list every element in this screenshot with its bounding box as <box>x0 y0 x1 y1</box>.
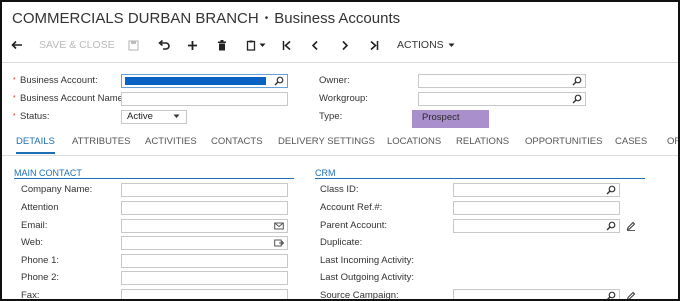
caret-down-icon <box>259 43 266 47</box>
last-record-icon <box>370 40 379 50</box>
trash-icon <box>218 39 226 50</box>
save-icon <box>127 39 139 51</box>
actions-caret-down-icon <box>448 43 455 47</box>
fax-field[interactable] <box>121 289 288 299</box>
class-id-label: Class ID: <box>320 184 359 195</box>
back-arrow-icon <box>11 40 22 50</box>
undo-icon <box>158 40 170 50</box>
type-label: Type: <box>319 111 343 122</box>
business-account-label: * Business Account: <box>13 75 98 86</box>
envelope-icon[interactable] <box>274 221 284 231</box>
actions-menu[interactable]: ACTIONS <box>397 34 455 56</box>
last-record-button[interactable] <box>364 34 384 56</box>
tab-attributes[interactable]: ATTRIBUTES <box>72 132 130 154</box>
toolbar-divider <box>2 62 678 63</box>
tab-contacts[interactable]: CONTACTS <box>211 132 263 154</box>
workgroup-field[interactable] <box>418 92 586 106</box>
save-close-button[interactable]: SAVE & CLOSE <box>39 34 115 56</box>
source-campaign-field[interactable] <box>453 289 620 299</box>
prev-record-button[interactable] <box>305 34 325 56</box>
class-id-field[interactable] <box>453 183 620 197</box>
tab-relations[interactable]: RELATIONS <box>456 132 509 154</box>
tab-locations[interactable]: LOCATIONS <box>387 132 441 154</box>
tab-activities[interactable]: ACTIVITIES <box>145 132 197 154</box>
last-incoming-activity-label: Last Incoming Activity: <box>320 255 414 266</box>
add-button[interactable] <box>182 34 202 56</box>
page-title: COMMERCIALS DURBAN BRANCH • Business Acc… <box>12 8 400 28</box>
last-outgoing-activity-label: Last Outgoing Activity: <box>320 272 414 283</box>
business-account-field[interactable] <box>121 74 288 88</box>
company-name-field[interactable] <box>121 183 288 197</box>
plus-icon <box>187 40 197 50</box>
web-field[interactable] <box>121 236 288 250</box>
source-campaign-edit-icon[interactable] <box>626 291 636 299</box>
fax-label: Fax: <box>21 290 40 301</box>
toolbar: SAVE & CLOSE ACTIONS <box>2 34 678 56</box>
phone2-field[interactable] <box>121 271 288 285</box>
duplicate-label: Duplicate: <box>320 237 363 248</box>
next-record-button[interactable] <box>335 34 355 56</box>
first-record-icon <box>282 40 291 50</box>
phone1-field[interactable] <box>121 254 288 268</box>
first-record-button[interactable] <box>277 34 297 56</box>
workgroup-label: Workgroup: <box>319 93 368 104</box>
tab-cases[interactable]: CASES <box>615 132 647 154</box>
owner-search-icon[interactable] <box>572 76 582 86</box>
crm-title: CRM <box>315 168 336 178</box>
dropdown-caret-icon <box>173 114 183 124</box>
tab-delivery-settings[interactable]: DELIVERY SETTINGS <box>278 132 375 154</box>
class-id-search-icon[interactable] <box>606 185 616 195</box>
account-ref-field[interactable] <box>453 201 620 215</box>
business-account-name-label: * Business Account Name: <box>13 93 126 104</box>
delete-button[interactable] <box>212 34 232 56</box>
tab-bar: DETAILS ATTRIBUTES ACTIVITIES CONTACTS D… <box>2 132 678 154</box>
open-link-icon[interactable] <box>274 238 284 248</box>
attention-field[interactable] <box>121 201 288 215</box>
owner-label: Owner: <box>319 75 350 86</box>
main-contact-rule <box>14 178 294 179</box>
parent-account-field[interactable] <box>453 219 620 233</box>
copy-paste-button[interactable] <box>242 34 270 56</box>
tab-overflow[interactable]: OR <box>667 132 678 154</box>
source-campaign-search-icon[interactable] <box>606 291 616 299</box>
back-button[interactable] <box>8 34 26 56</box>
prev-record-icon <box>311 40 318 50</box>
actions-label: ACTIONS <box>397 39 444 51</box>
save-button[interactable] <box>123 34 143 56</box>
undo-button[interactable] <box>154 34 174 56</box>
web-label: Web: <box>21 237 44 248</box>
screen-title: Business Accounts <box>274 9 401 27</box>
main-contact-title: MAIN CONTACT <box>14 168 82 178</box>
tab-divider <box>2 155 678 156</box>
status-select[interactable]: Active <box>121 110 187 124</box>
business-account-name-field[interactable] <box>121 92 288 106</box>
status-label: * Status: <box>13 111 50 122</box>
window-frame: COMMERCIALS DURBAN BRANCH • Business Acc… <box>0 0 680 301</box>
phone2-label: Phone 2: <box>21 272 60 283</box>
source-campaign-label: Source Campaign: <box>320 290 399 301</box>
parent-account-search-icon[interactable] <box>606 221 616 231</box>
branch-name: COMMERCIALS DURBAN BRANCH <box>12 9 259 27</box>
workgroup-search-icon[interactable] <box>572 94 582 104</box>
email-field[interactable] <box>121 219 288 233</box>
owner-field[interactable] <box>418 74 586 88</box>
copy-paste-icon <box>246 40 256 51</box>
tab-opportunities[interactable]: OPPORTUNITIES <box>525 132 602 154</box>
type-badge: Prospect <box>412 110 489 128</box>
status-value: Active <box>127 111 153 122</box>
title-separator: • <box>264 12 269 24</box>
parent-account-edit-icon[interactable] <box>626 221 636 231</box>
phone1-label: Phone 1: <box>21 255 60 266</box>
attention-label: Attention <box>21 202 59 213</box>
required-marker: * <box>13 77 16 84</box>
next-record-icon <box>342 40 349 50</box>
tab-details[interactable]: DETAILS <box>16 132 55 154</box>
account-ref-label: Account Ref.#: <box>320 202 383 213</box>
company-name-label: Company Name: <box>21 184 93 195</box>
crm-rule <box>315 178 645 179</box>
email-label: Email: <box>21 220 48 231</box>
selected-text-highlight <box>125 77 266 85</box>
parent-account-label: Parent Account: <box>320 220 388 231</box>
search-icon[interactable] <box>274 76 284 86</box>
